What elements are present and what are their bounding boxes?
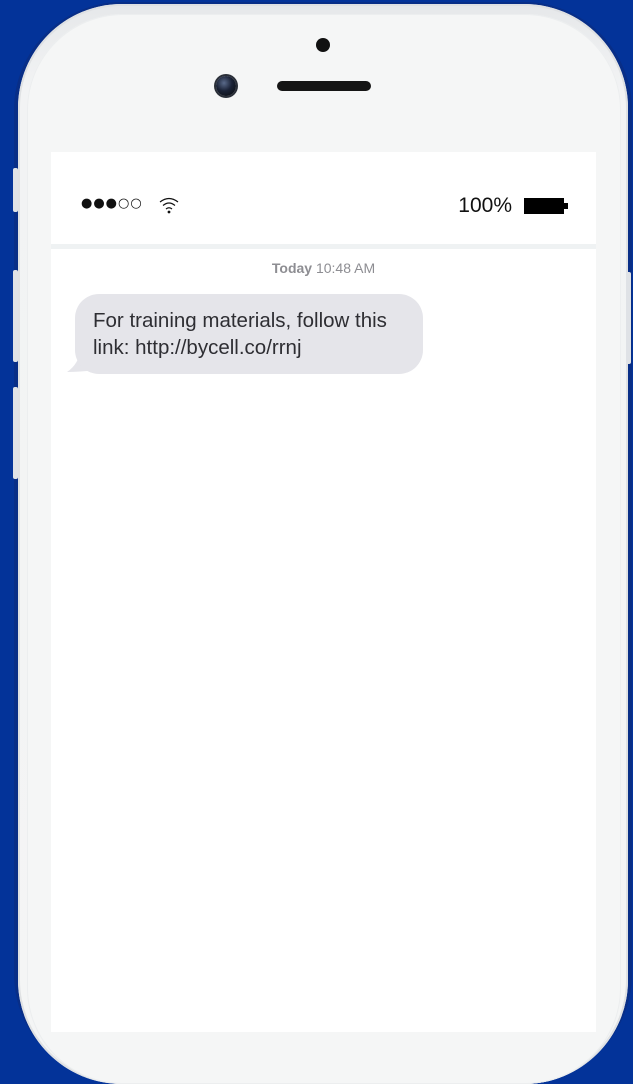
- battery-cap-icon: [564, 203, 568, 209]
- phone-screen: ●●●○○ 100% Today 10:48 AM For training m…: [51, 152, 596, 1032]
- power-button: [626, 272, 631, 364]
- signal-strength-icon: ●●●○○: [81, 196, 143, 211]
- volume-down-button: [13, 387, 18, 479]
- message-timestamp: Today 10:48 AM: [51, 260, 596, 276]
- proximity-sensor: [316, 38, 330, 52]
- wifi-icon: [159, 197, 179, 214]
- mute-switch: [13, 168, 18, 212]
- earpiece-speaker: [277, 81, 371, 91]
- status-bar: ●●●○○ 100%: [51, 152, 596, 249]
- incoming-message[interactable]: For training materials, follow this link…: [67, 294, 423, 374]
- volume-up-button: [13, 270, 18, 362]
- battery-percentage: 100%: [458, 194, 512, 217]
- timestamp-time: 10:48 AM: [315, 260, 376, 276]
- front-camera-icon: [216, 76, 236, 96]
- battery-full-icon: [524, 198, 564, 214]
- signal-filled-dots: ●●●: [81, 196, 119, 211]
- signal-empty-dots: ○○: [118, 196, 143, 211]
- message-bubble[interactable]: For training materials, follow this link…: [75, 294, 423, 374]
- timestamp-day: Today: [271, 260, 313, 276]
